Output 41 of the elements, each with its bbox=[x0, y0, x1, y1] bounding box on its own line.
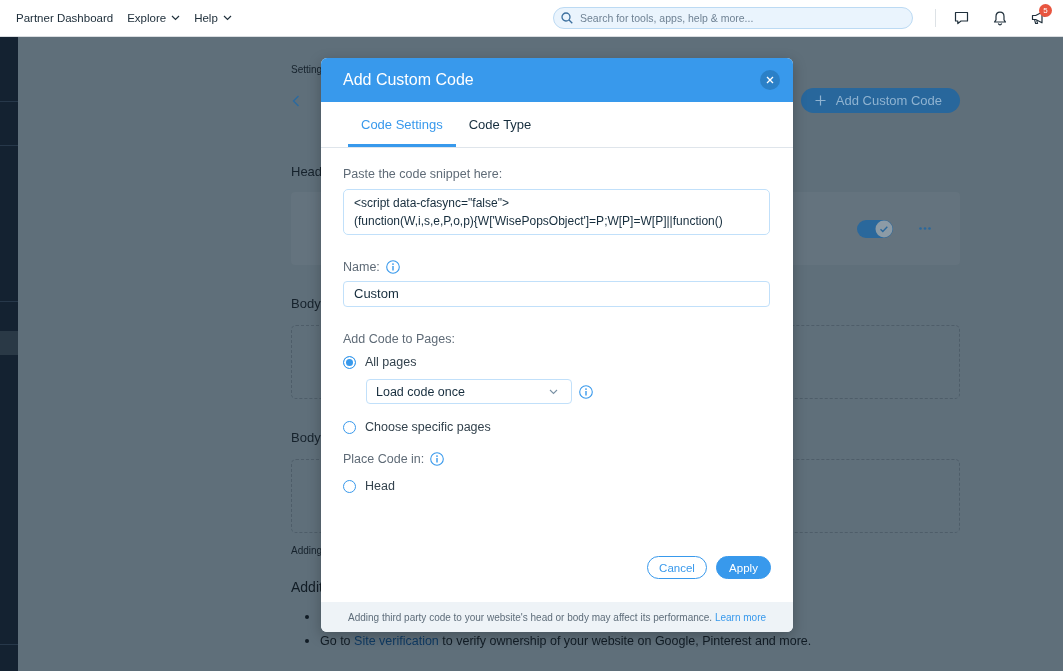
bullet-icon bbox=[305, 615, 309, 619]
section-label: Head bbox=[291, 164, 323, 180]
notification-badge: 5 bbox=[1039, 4, 1052, 17]
note-text: Adding bbox=[291, 544, 323, 558]
dashboard-title[interactable]: Partner Dashboard bbox=[16, 12, 114, 24]
field-label: Add Code to Pages: bbox=[343, 331, 455, 347]
bullet-text: Go to Site verification to verify ownership of your website on Google, Pinterest and more. bbox=[320, 633, 812, 649]
nav-menu[interactable]: Help bbox=[194, 12, 232, 24]
bullet-icon bbox=[305, 639, 309, 643]
footer-text: Adding third party code to your website's head or body may affect its performance. Learn more bbox=[347, 611, 767, 623]
load-mode-dropdown[interactable]: Load code once bbox=[366, 379, 572, 404]
info-icon[interactable] bbox=[579, 384, 593, 399]
dialog-title: Add Custom Code bbox=[343, 71, 474, 89]
radio-label[interactable]: Head bbox=[365, 479, 395, 493]
name-input-field[interactable]: Custom bbox=[343, 281, 770, 307]
close-button[interactable] bbox=[760, 70, 780, 90]
section-label: Body bbox=[291, 296, 321, 312]
info-icon[interactable] bbox=[430, 452, 445, 466]
field-label: Paste the code snippet here: bbox=[343, 166, 503, 182]
field-label: Name: bbox=[343, 259, 380, 275]
chevron-down-icon bbox=[549, 388, 558, 395]
chevron-down-icon bbox=[171, 15, 181, 21]
section-label: Body bbox=[291, 430, 321, 446]
radio-button[interactable] bbox=[343, 420, 356, 434]
search-field[interactable]: Search for tools, apps, help & more... bbox=[553, 7, 913, 29]
field-label: Place Code in: bbox=[343, 451, 425, 467]
info-icon[interactable] bbox=[385, 260, 400, 274]
check-knob-icon bbox=[875, 219, 893, 238]
close-icon bbox=[766, 76, 774, 84]
nav-menu[interactable]: Explore bbox=[127, 12, 181, 24]
code-snippet-field[interactable]: <script data-cfasync="false"> (function(W,i,s,e,P,o,p){W['WisePopsObject']=P;W[P]=W[P]||function() bbox=[343, 189, 770, 235]
radio-button[interactable] bbox=[343, 479, 356, 493]
radio-button[interactable] bbox=[343, 355, 356, 369]
radio-label[interactable]: All pages bbox=[365, 355, 417, 369]
toggle-switch[interactable] bbox=[857, 219, 893, 238]
dialog-tab[interactable]: Code Type bbox=[455, 102, 545, 147]
plus-icon bbox=[814, 95, 826, 106]
chevron-down-icon bbox=[222, 15, 232, 21]
search-icon bbox=[561, 12, 573, 24]
section-heading: Addit bbox=[291, 578, 323, 597]
radio-label[interactable]: Choose specific pages bbox=[365, 420, 491, 434]
